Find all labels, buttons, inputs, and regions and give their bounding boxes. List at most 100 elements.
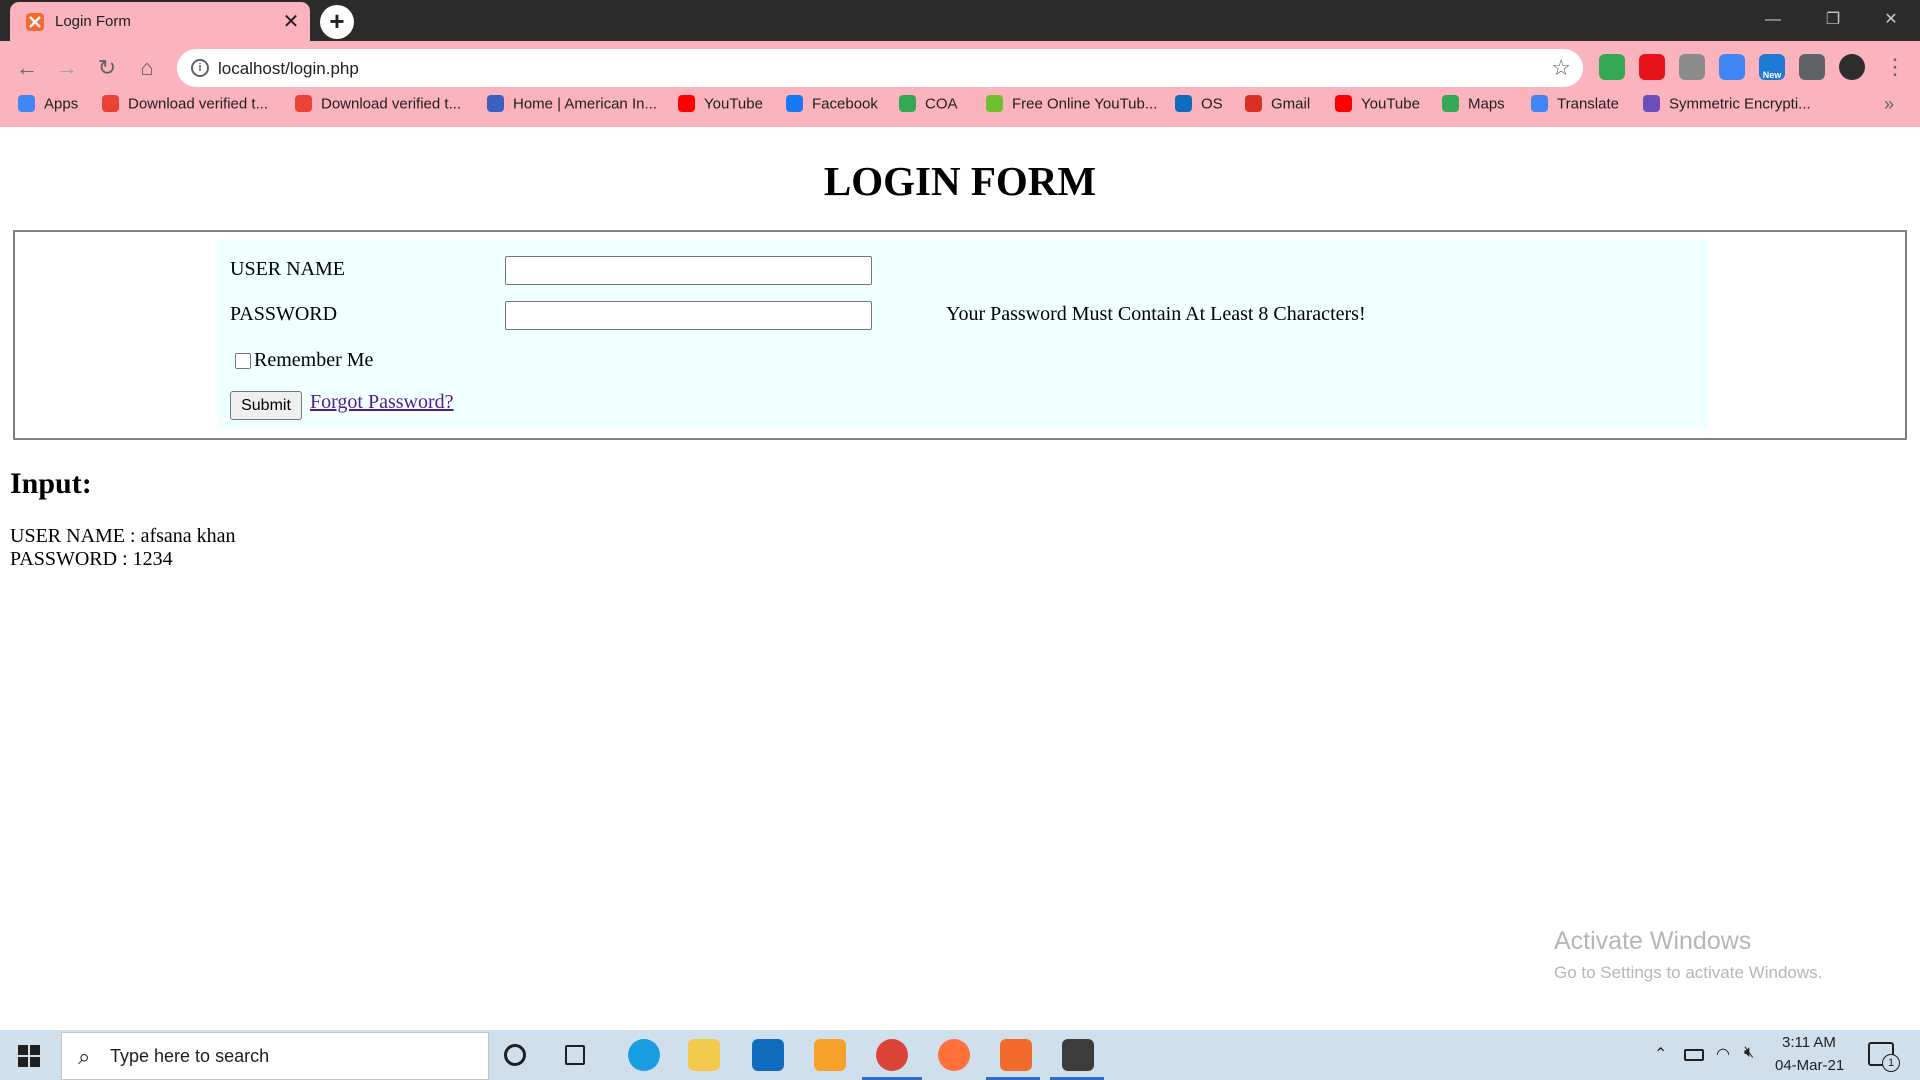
password-hint: Your Password Must Contain At Least 8 Ch… (946, 303, 1366, 325)
bookmark-0[interactable]: Apps (18, 94, 79, 117)
close-window-button[interactable]: ✕ (1868, 8, 1914, 32)
new-tab-button[interactable]: + (320, 5, 354, 39)
bookmark-label: Free Online YouTub... (1012, 95, 1158, 113)
wifi-icon[interactable]: ◠ (1716, 1044, 1730, 1064)
edge-icon[interactable] (628, 1039, 660, 1071)
remember-me-checkbox[interactable] (235, 353, 251, 369)
reload-icon[interactable]: ↻ (92, 53, 122, 83)
youtube-icon (1335, 94, 1352, 112)
bookmark-label: COA (925, 95, 958, 113)
remember-me-label[interactable]: Remember Me (254, 349, 373, 372)
sublime-text-icon[interactable] (1062, 1039, 1094, 1071)
x-icon (295, 94, 312, 112)
bookmark-label: OS (1201, 95, 1223, 113)
xampp-icon[interactable] (1000, 1039, 1032, 1071)
adblock-icon[interactable] (1639, 54, 1665, 80)
bookmark-2[interactable]: Download verified t... (295, 94, 461, 117)
home-icon[interactable]: ⌂ (132, 53, 162, 83)
new-badge-icon[interactable]: New (1759, 54, 1785, 80)
bookmark-8[interactable]: OS (1175, 94, 1223, 117)
onedrive-icon (1175, 94, 1192, 112)
browser-menu-icon[interactable]: ⋮ (1884, 53, 1906, 81)
bookmark-label: YouTube (1361, 95, 1420, 113)
speaker-muted-icon[interactable]: 🔇︎ (1744, 1044, 1754, 1062)
bookmark-star-icon[interactable]: ☆ (1551, 55, 1571, 81)
username-label: USER NAME (230, 258, 346, 280)
back-arrow-icon[interactable]: ← (12, 53, 42, 83)
forgot-password-link[interactable]: Forgot Password? (310, 391, 454, 414)
battery-icon[interactable] (1684, 1049, 1704, 1061)
taskbar-search-box[interactable]: ⌕ Type here to search (61, 1032, 489, 1080)
google-translate-icon (1531, 94, 1548, 112)
bookmark-label: Apps (44, 95, 79, 113)
login-form: USER NAME PASSWORD Your Password Must Co… (218, 239, 1708, 429)
bookmark-7[interactable]: Free Online YouTub... (986, 94, 1158, 117)
download-arrow-icon (986, 94, 1003, 112)
password-input[interactable] (505, 301, 872, 330)
bookmark-10[interactable]: YouTube (1335, 94, 1420, 117)
youtube-icon (678, 94, 695, 112)
url-text[interactable]: localhost/login.php (218, 59, 359, 79)
show-hidden-icons-icon[interactable]: ⌃ (1654, 1044, 1667, 1064)
photos-icon[interactable] (814, 1039, 846, 1071)
bookmark-13[interactable]: Symmetric Encrypti... (1643, 94, 1811, 117)
google-drive-icon (899, 94, 916, 112)
maps-icon (1442, 94, 1459, 112)
output-password: PASSWORD : 1234 (10, 548, 173, 570)
bookmark-label: YouTube (704, 95, 763, 113)
xampp-favicon-icon (26, 13, 44, 31)
bookmarks-bar: Apps Download verified t... Download verif… (0, 88, 1920, 124)
chrome-icon[interactable] (876, 1039, 908, 1071)
tab-title: Login Form (55, 13, 131, 30)
profile-avatar-icon[interactable] (1839, 54, 1865, 80)
clock-date[interactable]: 04-Mar-21 (1775, 1057, 1844, 1074)
browser-toolbar: ← → ↻ ⌂ i localhost/login.php ☆ New ⋮ Ap… (0, 41, 1920, 127)
search-placeholder: Type here to search (110, 1046, 270, 1066)
bookmark-label: Home | American In... (513, 95, 657, 113)
bookmark-label: Download verified t... (128, 95, 269, 113)
task-view-icon[interactable] (565, 1045, 585, 1065)
bookmark-9[interactable]: Gmail (1245, 94, 1310, 117)
bookmark-label: Maps (1468, 95, 1505, 113)
site-info-icon[interactable]: i (191, 59, 209, 77)
submit-button[interactable]: Submit (230, 391, 302, 420)
square-extension-icon[interactable] (1679, 54, 1705, 80)
cortana-icon[interactable] (504, 1044, 526, 1066)
bookmark-3[interactable]: Home | American In... (487, 94, 657, 117)
facebook-icon (786, 94, 803, 112)
more-bookmarks-icon[interactable]: » (1884, 94, 1894, 115)
windows-start-icon[interactable] (18, 1045, 40, 1067)
browser-tab-login-form[interactable]: Login Form ✕ (10, 2, 310, 41)
bookmark-5[interactable]: Facebook (786, 94, 878, 117)
input-heading: Input: (10, 467, 92, 500)
firefox-icon[interactable] (938, 1039, 970, 1071)
forward-arrow-icon[interactable]: → (52, 53, 82, 83)
restore-window-button[interactable]: ❐ (1810, 8, 1856, 32)
bookmark-label: Symmetric Encrypti... (1669, 95, 1811, 113)
page-title: LOGIN FORM (823, 158, 1097, 204)
gmail-icon (1245, 94, 1262, 112)
close-tab-icon[interactable]: ✕ (280, 11, 302, 33)
new-badge-label: New (1762, 70, 1782, 80)
address-bar[interactable]: i localhost/login.php ☆ (177, 49, 1583, 87)
search-icon: ⌕ (78, 1044, 91, 1069)
output-username: USER NAME : afsana khan (10, 525, 236, 547)
activate-windows-subtitle: Go to Settings to activate Windows. (1554, 963, 1823, 982)
clock-time[interactable]: 3:11 AM (1782, 1034, 1836, 1051)
password-label: PASSWORD (230, 303, 338, 325)
google-translate-icon[interactable] (1719, 54, 1745, 80)
minimize-window-button[interactable]: — (1750, 8, 1796, 32)
bookmark-1[interactable]: Download verified t... (102, 94, 269, 117)
puzzle-extensions-icon[interactable] (1799, 54, 1825, 80)
google-drive-icon[interactable] (1599, 54, 1625, 80)
notification-count-badge: 1 (1882, 1054, 1900, 1072)
login-form-frame: USER NAME PASSWORD Your Password Must Co… (13, 230, 1907, 440)
file-explorer-icon[interactable] (688, 1039, 720, 1071)
bookmark-11[interactable]: Maps (1442, 94, 1505, 117)
bookmark-6[interactable]: COA (899, 94, 958, 117)
mail-icon[interactable] (752, 1039, 784, 1071)
username-input[interactable] (505, 256, 872, 285)
page-content: LOGIN FORM USER NAME PASSWORD Your Passw… (0, 127, 1920, 1030)
bookmark-12[interactable]: Translate (1531, 94, 1619, 117)
bookmark-4[interactable]: YouTube (678, 94, 763, 117)
